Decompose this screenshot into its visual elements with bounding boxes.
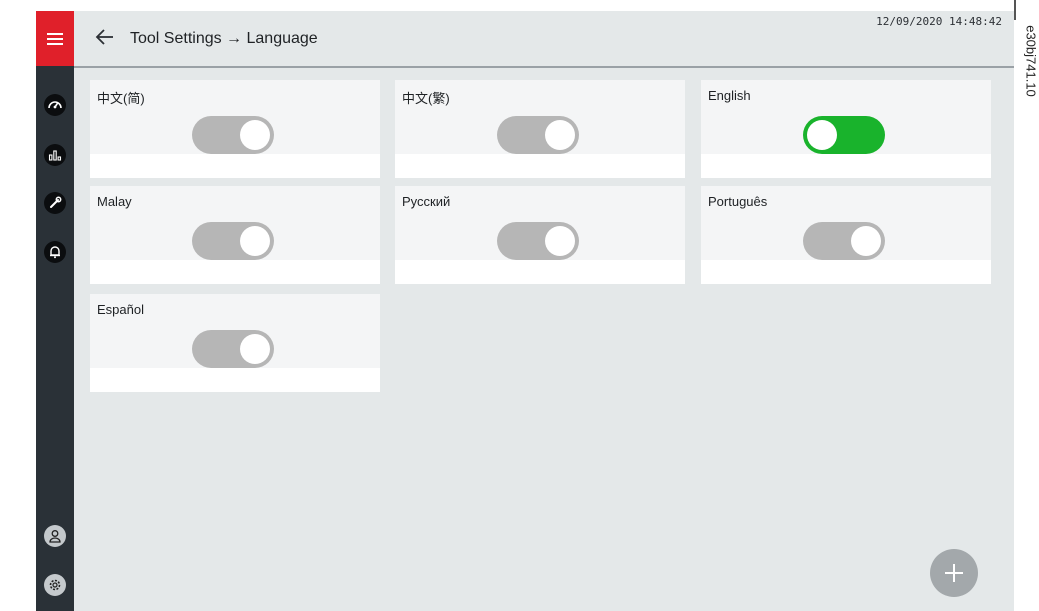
toggle-knob	[240, 226, 270, 256]
sidebar	[36, 11, 74, 611]
app-screen: Tool Settings → Language 12/09/2020 14:4…	[36, 11, 1014, 611]
language-card: 中文(简)	[90, 80, 380, 178]
language-toggle[interactable]	[192, 116, 274, 154]
language-card: 中文(繁)	[395, 80, 685, 178]
gear-icon	[49, 579, 61, 591]
nav-tools-button[interactable]	[44, 192, 66, 214]
top-bar: Tool Settings → Language 12/09/2020 14:4…	[74, 11, 1014, 68]
nav-dashboard-button[interactable]	[44, 94, 66, 116]
language-label: 中文(繁)	[402, 91, 450, 106]
language-card: Русский	[395, 186, 685, 284]
language-toggle[interactable]	[497, 222, 579, 260]
toggle-knob	[240, 334, 270, 364]
plus-icon	[945, 564, 963, 582]
chart-icon	[48, 150, 62, 161]
gauge-icon	[48, 101, 62, 109]
language-label: Malay	[97, 194, 132, 209]
toggle-knob	[851, 226, 881, 256]
add-button[interactable]	[930, 549, 978, 597]
menu-icon	[47, 32, 63, 45]
toggle-knob	[545, 226, 575, 256]
toggle-knob	[807, 120, 837, 150]
frame-edge-line	[1014, 0, 1016, 20]
user-icon	[49, 530, 61, 543]
language-label: Português	[708, 194, 768, 209]
figure-code: e30bj741.10	[1022, 6, 1039, 116]
language-toggle[interactable]	[497, 116, 579, 154]
page-title: Tool Settings → Language	[130, 30, 318, 47]
language-toggle[interactable]	[192, 330, 274, 368]
nav-results-button[interactable]	[44, 144, 66, 166]
language-toggle[interactable]	[803, 116, 885, 154]
language-card: Español	[90, 294, 380, 392]
nav-alarms-button[interactable]	[44, 241, 66, 263]
language-label: Русский	[402, 194, 451, 209]
language-card: English	[701, 80, 991, 178]
datetime: 12/09/2020 14:48:42	[876, 15, 1002, 28]
nav-user-button[interactable]	[44, 525, 66, 547]
toggle-knob	[240, 120, 270, 150]
language-label: Español	[97, 302, 144, 317]
bell-icon	[50, 246, 60, 259]
menu-button[interactable]	[36, 11, 74, 66]
language-label: English	[708, 88, 751, 103]
back-arrow-icon[interactable]	[94, 26, 116, 48]
toggle-knob	[545, 120, 575, 150]
language-card: Português	[701, 186, 991, 284]
language-label: 中文(简)	[97, 91, 145, 106]
nav-settings-button[interactable]	[44, 574, 66, 596]
language-toggle[interactable]	[192, 222, 274, 260]
wrench-icon	[50, 196, 62, 208]
language-card: Malay	[90, 186, 380, 284]
figure-code-text: e30bj741.10	[1023, 25, 1039, 97]
language-toggle[interactable]	[803, 222, 885, 260]
